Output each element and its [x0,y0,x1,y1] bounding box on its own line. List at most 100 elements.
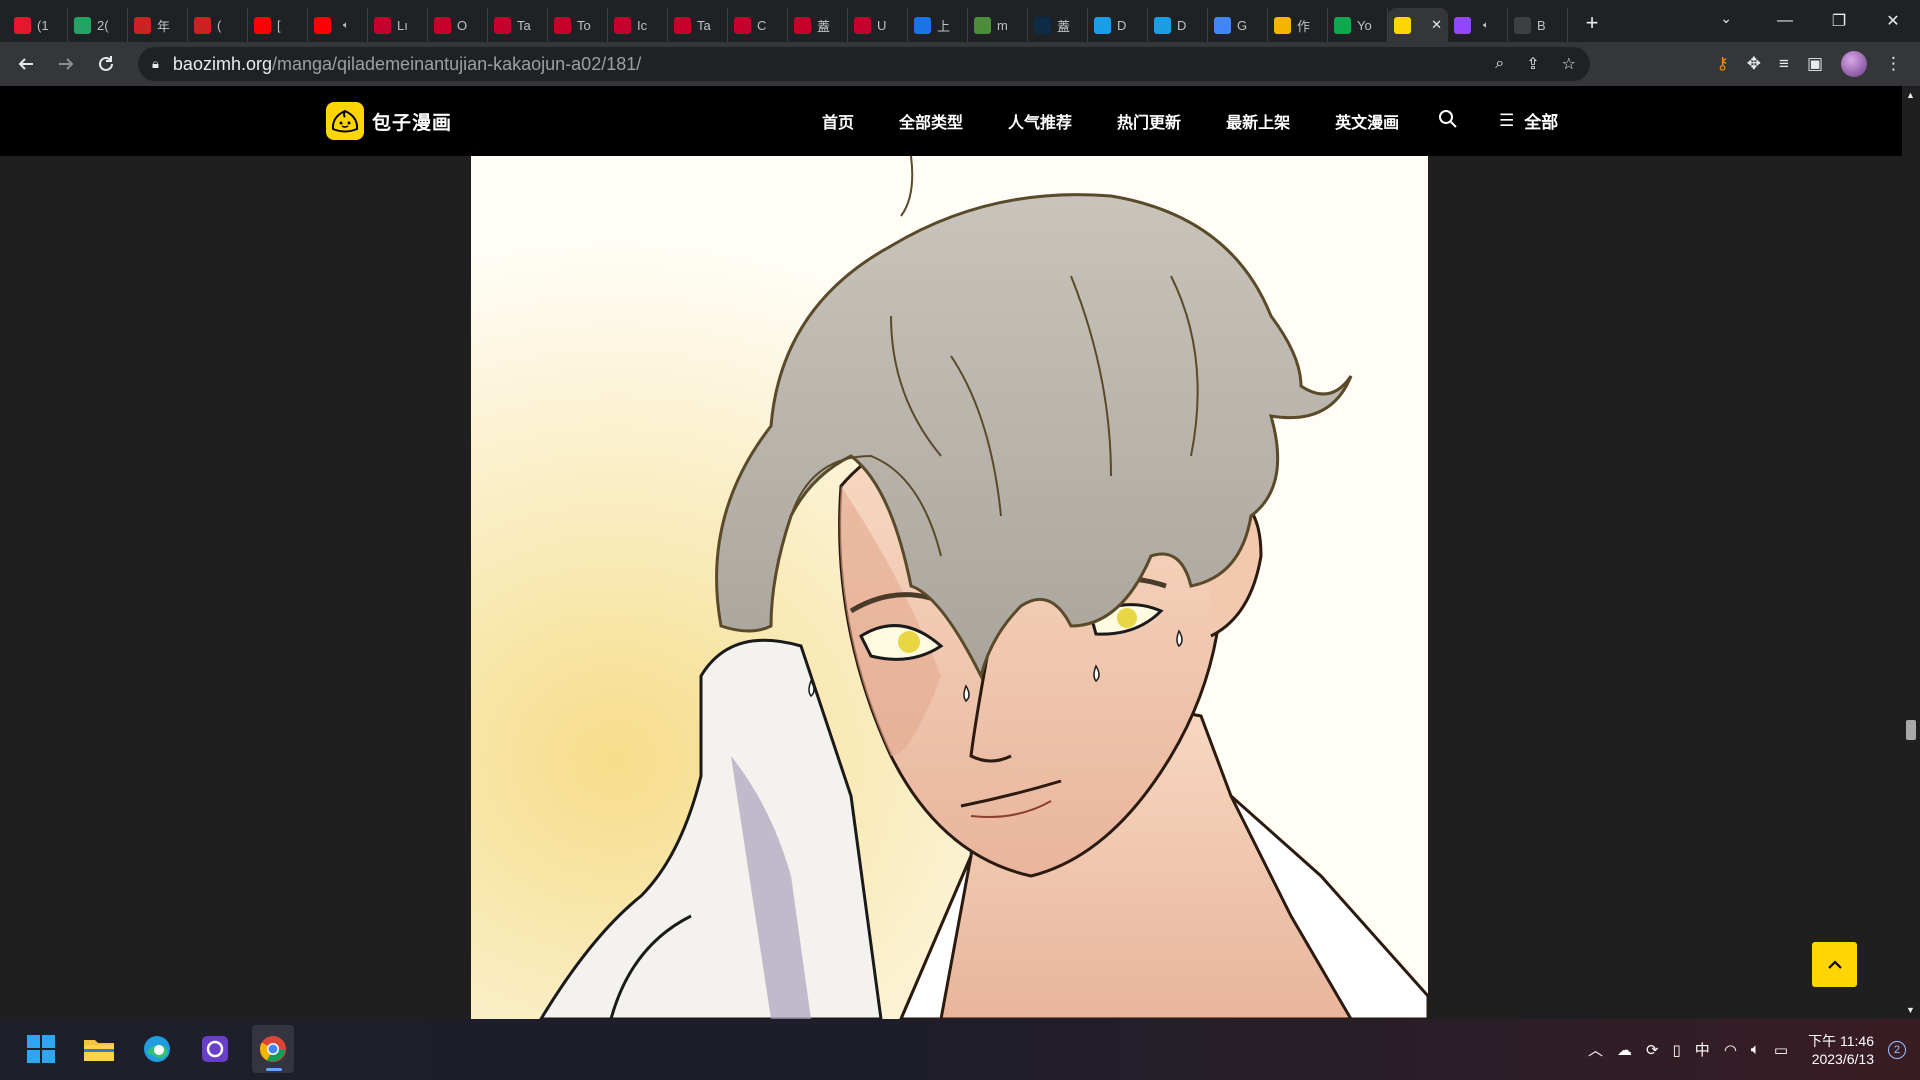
tab-title: G [1237,17,1248,33]
browser-tab[interactable]: 蓋 [788,8,848,42]
file-explorer-icon[interactable] [78,1025,120,1073]
tab-title: 蓋 [817,18,831,34]
tab-strip: (1 2(年 ([🔈︎ Lı O Ta To Ic Ta C 蓋 U 上 m 蓋 D D G 作 Yo ✕ 🔈︎ B + ⌄… [0,0,1920,42]
browser-tab[interactable]: 🔈︎ [1448,8,1508,42]
lock-icon[interactable]: 🔒︎ [152,56,159,72]
browser-tab[interactable]: O [428,8,488,42]
share-icon[interactable]: ⇪ [1526,54,1539,74]
site-nav: 首页 全部类型 人气推荐 热门更新 最新上架 英文漫画 [822,86,1444,156]
extensions-puzzle-icon[interactable]: ✥ [1747,54,1761,74]
browser-tab[interactable]: 蓋 [1028,8,1088,42]
system-tray: ︿ ☁ ⟳ ▯ 中 ◠ 🔈︎ ▭ 下午 11:46 2023/6/13 2 [1588,1019,1920,1080]
ime-indicator[interactable]: 中 [1695,1039,1710,1060]
browser-tab[interactable]: ✕ [1388,8,1448,42]
tab-title: B [1537,17,1546,33]
wifi-icon[interactable]: ◠ [1724,1041,1737,1059]
nav-all-types[interactable]: 全部类型 [899,109,963,133]
onedrive-icon[interactable]: ☁ [1617,1041,1632,1059]
clock[interactable]: 下午 11:46 2023/6/13 [1808,1032,1874,1068]
tab-search-icon[interactable]: ⌄ [1720,10,1732,27]
site-menu-button[interactable]: ☰ 全部 [1499,108,1558,133]
tab-audio-icon[interactable]: 🔈︎ [1483,20,1489,31]
back-button[interactable] [6,44,46,84]
tab-audio-icon[interactable]: 🔈︎ [343,20,349,31]
browser-tab[interactable]: U [848,8,908,42]
browser-tab[interactable]: Ta [668,8,728,42]
nav-popular[interactable]: 人气推荐 [1008,109,1072,133]
browser-tab[interactable]: Yo [1328,8,1388,42]
purple-app-icon[interactable] [194,1025,236,1073]
minimize-button[interactable]: — [1758,12,1812,30]
omnibox-actions: ⌕ ⇪ ☆ [1495,47,1576,81]
media-control-icon[interactable]: ≡ [1779,54,1789,74]
restore-button[interactable]: ❐ [1812,11,1866,31]
back-to-top-button[interactable] [1812,942,1857,987]
page-scrollbar[interactable]: ▲ ▼ [1902,86,1920,1019]
s-favicon-icon [914,16,931,34]
notification-badge[interactable]: 2 [1888,1040,1906,1059]
browser-tab[interactable]: ( [188,8,248,42]
n-favicon-icon [854,16,871,34]
profile-avatar[interactable] [1841,51,1867,77]
nav-english-comics[interactable]: 英文漫画 [1335,109,1399,133]
site-menu-label: 全部 [1524,113,1559,132]
browser-tab[interactable]: 2( [68,8,128,42]
browser-tab[interactable]: B [1508,8,1568,42]
browser-tab[interactable]: D [1148,8,1208,42]
nav-hot-updates[interactable]: 热门更新 [1117,109,1181,133]
tray-overflow-chevron-icon[interactable]: ︿ [1588,1039,1603,1060]
bookmark-star-icon[interactable]: ☆ [1562,54,1576,74]
zoom-icon[interactable]: ⌕ [1495,55,1504,73]
browser-tab[interactable]: (1 [8,8,68,42]
browser-tab[interactable]: m [968,8,1028,42]
n-favicon-icon [434,16,451,34]
browser-tab[interactable]: Lı [368,8,428,42]
nav-new-releases[interactable]: 最新上架 [1226,109,1290,133]
dl-favicon-icon [1034,16,1051,34]
site-header: 包子漫画 首页 全部类型 人气推荐 热门更新 最新上架 英文漫画 ☰ 全部 [0,86,1902,156]
manga-page-image [471,156,1428,1019]
browser-tab[interactable]: Ta [488,8,548,42]
windows-start-icon[interactable] [20,1025,62,1073]
twitch-favicon-icon [1454,16,1471,34]
browser-tab[interactable]: [ [248,8,308,42]
tab-title: 2( [97,17,109,33]
sync-icon[interactable]: ⟳ [1646,1041,1659,1059]
tab-title: O [457,17,468,33]
edge-browser-icon[interactable] [136,1025,178,1073]
tab-title: ( [217,17,222,33]
browser-tab[interactable]: D [1088,8,1148,42]
scroll-up-arrow-icon[interactable]: ▲ [1906,90,1915,100]
scroll-down-arrow-icon[interactable]: ▼ [1906,1005,1915,1015]
side-panel-icon[interactable]: ▣ [1807,54,1823,74]
extensions-area: ⚷ ✥ ≡ ▣ ⋮ [1716,42,1920,86]
tab-close-icon[interactable]: ✕ [1431,17,1442,33]
browser-tab[interactable]: 作 [1268,8,1328,42]
scroll-thumb[interactable] [1906,720,1916,740]
new-tab-button[interactable]: + [1576,7,1608,39]
reload-icon [99,56,113,71]
browser-tab[interactable]: 上 [908,8,968,42]
browser-tab[interactable]: 🔈︎ [308,8,368,42]
browser-tab[interactable]: To [548,8,608,42]
forward-button[interactable] [46,44,86,84]
browser-tab[interactable]: 年 [128,8,188,42]
extension-key-icon[interactable]: ⚷ [1716,54,1728,74]
nav-home[interactable]: 首页 [822,109,854,133]
usb-drive-icon[interactable]: ▯ [1673,1041,1681,1059]
browser-tab[interactable]: C [728,8,788,42]
battery-icon[interactable]: ▭ [1774,1041,1788,1059]
browser-menu-icon[interactable]: ⋮ [1885,54,1902,74]
taskbar-apps [20,1025,294,1073]
site-search-icon[interactable] [1438,109,1458,134]
window-controls: — ❐ ✕ [1758,0,1920,42]
site-logo[interactable]: 包子漫画 [326,102,452,140]
chrome-browser-icon[interactable] [252,1025,294,1073]
youtube-favicon-icon [254,16,271,34]
address-bar[interactable]: 🔒︎ baozimh.org/manga/qilademeinantujian-… [138,47,1590,81]
reload-button[interactable] [86,44,126,84]
browser-tab[interactable]: Ic [608,8,668,42]
close-window-button[interactable]: ✕ [1866,11,1920,31]
browser-tab[interactable]: G [1208,8,1268,42]
volume-icon[interactable]: 🔈︎ [1751,1041,1760,1058]
